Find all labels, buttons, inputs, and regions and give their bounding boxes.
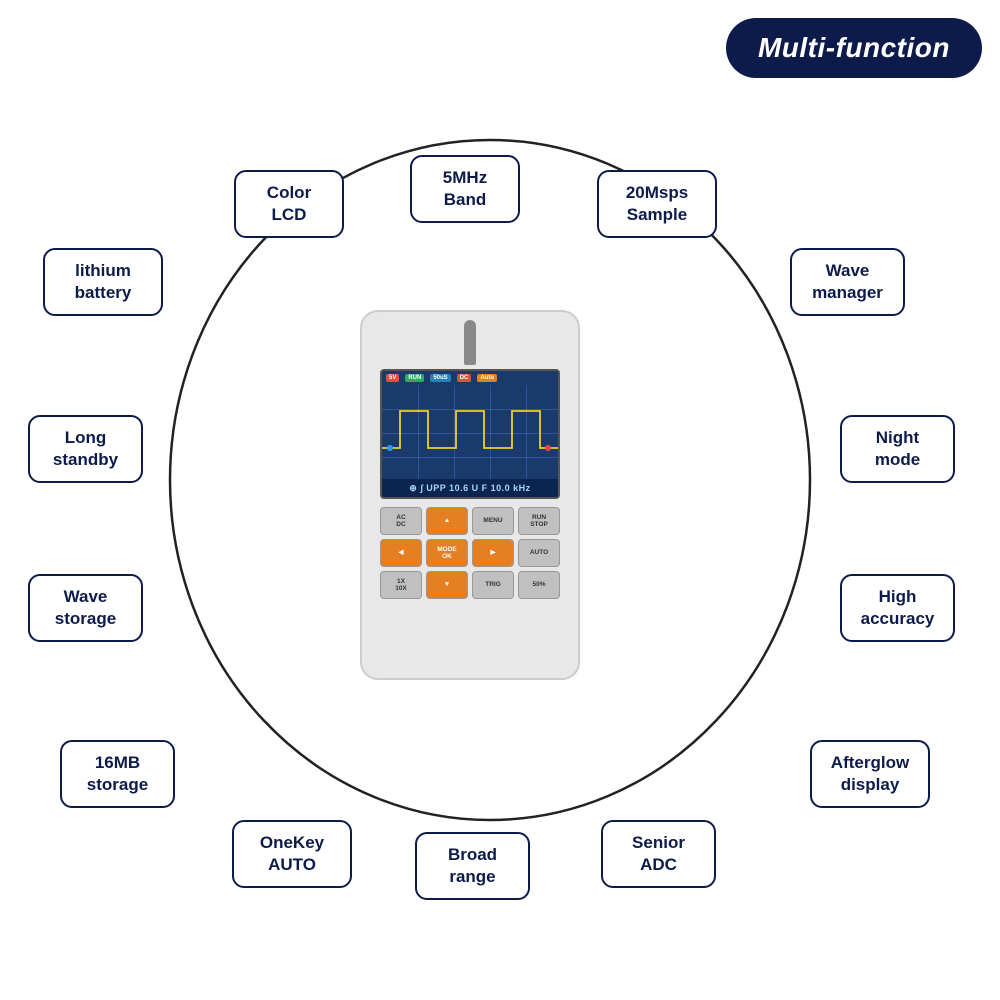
status-seg-4: DC [457,374,472,382]
key-down[interactable]: ▼ [426,571,468,599]
feature-wave-manager: Wavemanager [790,248,905,316]
feature-senior-adc: SeniorADC [601,820,716,888]
screen-status-bar: 5V RUN 50uS DC Auto [382,371,558,385]
key-mode-ok[interactable]: MODEOK [426,539,468,567]
feature-broad-range: Broadrange [415,832,530,900]
key-50pct[interactable]: 50% [518,571,560,599]
status-seg-3: 50uS [430,374,450,382]
key-run-stop[interactable]: RUNSTOP [518,507,560,535]
feature-color-lcd: ColorLCD [234,170,344,238]
page-title: Multi-function [726,18,982,78]
feature-long-standby: Longstandby [28,415,143,483]
device: 5V RUN 50uS DC Auto [360,310,600,690]
key-menu[interactable]: MENU [472,507,514,535]
feature-night-mode: Nightmode [840,415,955,483]
feature-onekey-auto: OneKeyAUTO [232,820,352,888]
status-seg-2: RUN [405,374,424,382]
feature-5mhz-band: 5MHzBand [410,155,520,223]
waveform-area [382,385,558,481]
antenna [464,320,476,365]
keypad: ACDC ▲ MENU RUNSTOP ◀ MODEOK ▶ AUTO 1X10… [380,507,560,599]
feature-20msps-sample: 20MspsSample [597,170,717,238]
feature-high-accuracy: Highaccuracy [840,574,955,642]
feature-afterglow-display: Afterglowdisplay [810,740,930,808]
status-seg-5: Auto [477,374,497,382]
feature-wave-storage: Wavestorage [28,574,143,642]
key-right[interactable]: ▶ [472,539,514,567]
key-1x-10x[interactable]: 1X10X [380,571,422,599]
oscilloscope-screen: 5V RUN 50uS DC Auto [380,369,560,499]
feature-lithium-battery: lithiumbattery [43,248,163,316]
key-ac-dc[interactable]: ACDC [380,507,422,535]
screen-measurement: ⊕ ∫ UPP 10.6 U F 10.0 kHz [382,479,558,497]
key-up[interactable]: ▲ [426,507,468,535]
key-auto[interactable]: AUTO [518,539,560,567]
key-trig[interactable]: TRIG [472,571,514,599]
status-seg-1: 5V [386,374,399,382]
key-left[interactable]: ◀ [380,539,422,567]
feature-16mb-storage: 16MBstorage [60,740,175,808]
